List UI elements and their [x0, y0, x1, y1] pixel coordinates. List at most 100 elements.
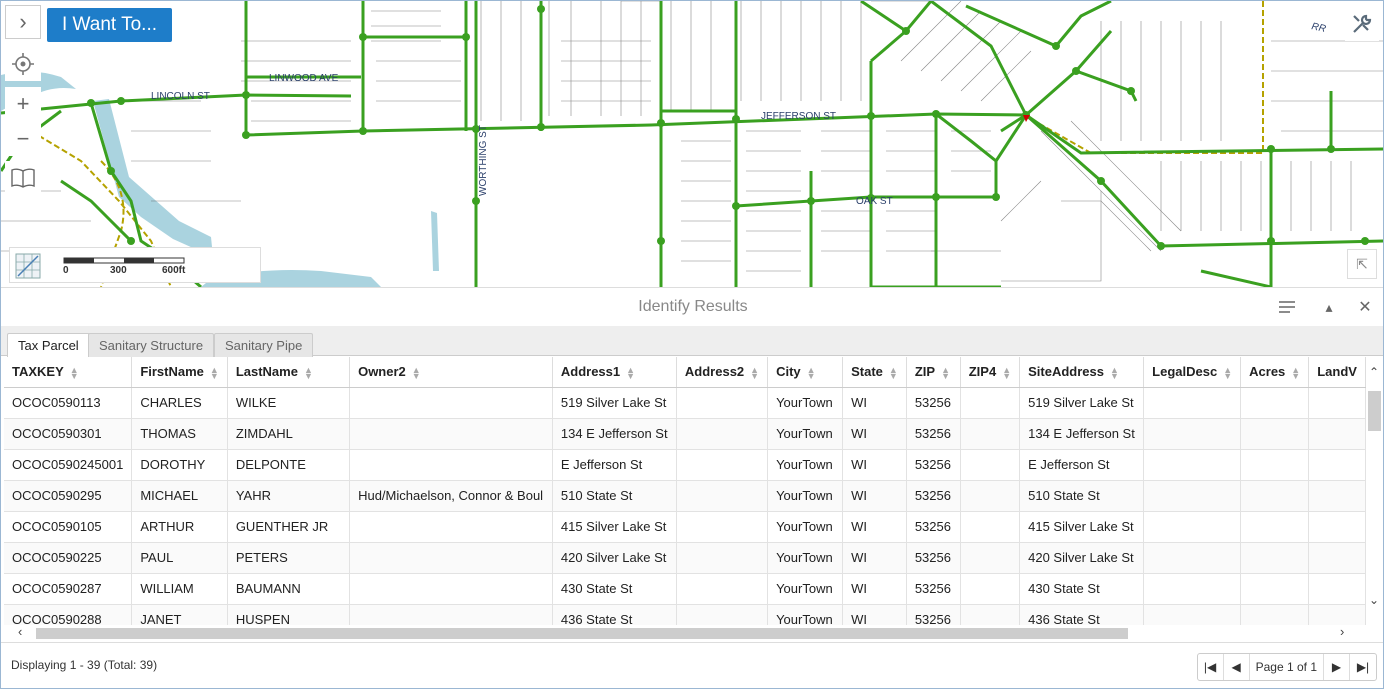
table-cell: E Jefferson St: [1019, 449, 1145, 481]
table-cell: [676, 511, 769, 543]
column-header[interactable]: Owner2 ▲ ▼: [349, 357, 553, 388]
tab-sanitary-pipe[interactable]: Sanitary Pipe: [214, 333, 314, 357]
table-cell: 134 E Jefferson St: [552, 418, 677, 450]
minimize-icon[interactable]: ▴: [1319, 298, 1339, 316]
expand-panel-button[interactable]: ›: [5, 5, 41, 39]
table-row[interactable]: OCOC0590301 THOMAS ZIMDAHL 134 E Jefferson …: [4, 418, 1366, 450]
menu-icon[interactable]: [1277, 298, 1297, 316]
scroll-down-icon[interactable]: ⌄: [1369, 593, 1379, 607]
table-row[interactable]: OCOC0590295 MICHAEL YAHR Hud/Michaelson, Co…: [4, 480, 1366, 512]
results-grid[interactable]: TAXKEY ▲ ▼ FirstName ▲ ▼ LastName ▲ ▼ Owner2 ▲ ▼ Add…: [4, 357, 1366, 625]
table-cell: WI: [842, 573, 907, 605]
column-header[interactable]: FirstName ▲ ▼: [131, 357, 228, 388]
column-header[interactable]: LegalDesc ▲ ▼: [1143, 357, 1242, 388]
horizontal-scrollbar[interactable]: ‹ ›: [4, 624, 1366, 641]
sort-arrows-icon[interactable]: ▲ ▼: [626, 365, 635, 380]
column-header[interactable]: Acres ▲ ▼: [1240, 357, 1310, 388]
column-header[interactable]: LastName ▲ ▼: [227, 357, 351, 388]
tools-icon: [1353, 14, 1372, 33]
close-icon[interactable]: ✕: [1355, 298, 1375, 316]
column-header[interactable]: ZIP ▲ ▼: [906, 357, 961, 388]
sort-arrows-icon[interactable]: ▲ ▼: [210, 365, 219, 380]
table-cell: [960, 449, 1021, 481]
sort-arrows-icon[interactable]: ▲ ▼: [1002, 365, 1011, 380]
sort-arrows-icon[interactable]: ▲ ▼: [304, 365, 313, 380]
table-cell: 53256: [906, 480, 961, 512]
column-header[interactable]: TAXKEY ▲ ▼: [4, 357, 133, 388]
scale-label-0: 0: [63, 265, 69, 276]
panel-header: Identify Results ▴ ✕: [1, 288, 1383, 326]
table-cell: MICHAEL: [131, 480, 228, 512]
table-cell: OCOC0590288: [4, 604, 133, 625]
table-cell: [1240, 573, 1310, 605]
horizontal-scroll-thumb[interactable]: [36, 628, 1128, 639]
locate-button[interactable]: [5, 47, 41, 81]
table-row[interactable]: OCOC0590288 JANET HUSPEN 436 State St YourTo…: [4, 604, 1366, 625]
sort-arrows-icon[interactable]: ▲ ▼: [750, 365, 759, 380]
table-cell: YourTown: [767, 573, 844, 605]
table-cell: DOROTHY: [131, 449, 228, 481]
tools-button[interactable]: [1345, 7, 1379, 41]
column-header[interactable]: Address2 ▲ ▼: [676, 357, 769, 388]
table-cell: PAUL: [131, 542, 228, 574]
result-tabs: Tax Parcel Sanitary Structure Sanitary P…: [1, 326, 1383, 357]
zoom-in-button[interactable]: +: [5, 87, 41, 121]
column-header[interactable]: LandV: [1308, 357, 1366, 388]
table-cell: [1240, 542, 1310, 574]
table-cell: OCOC0590295: [4, 480, 133, 512]
bookmarks-button[interactable]: [5, 161, 41, 195]
table-cell: [1240, 480, 1310, 512]
column-header[interactable]: SiteAddress ▲ ▼: [1019, 357, 1145, 388]
sort-arrows-icon[interactable]: ▲ ▼: [1110, 365, 1119, 380]
tab-tax-parcel[interactable]: Tax Parcel: [7, 333, 90, 357]
i-want-to-button[interactable]: I Want To...: [47, 8, 172, 42]
first-page-button[interactable]: |◀: [1198, 654, 1224, 680]
minus-icon: −: [16, 126, 30, 151]
table-cell: [349, 542, 553, 574]
table-row[interactable]: OCOC0590245001 DOROTHY DELPONTE E Jefferson…: [4, 449, 1366, 481]
next-page-button[interactable]: ▶: [1324, 654, 1350, 680]
sort-arrows-icon[interactable]: ▲ ▼: [889, 365, 898, 380]
last-page-button[interactable]: ▶|: [1350, 654, 1376, 680]
tab-sanitary-structure[interactable]: Sanitary Structure: [88, 333, 215, 357]
table-cell: GUENTHER JR: [227, 511, 351, 543]
table-cell: E Jefferson St: [552, 449, 677, 481]
column-header[interactable]: Address1 ▲ ▼: [552, 357, 677, 388]
prev-page-button[interactable]: ◀: [1224, 654, 1250, 680]
sort-arrows-icon[interactable]: ▲ ▼: [412, 365, 421, 380]
column-header-label: TAXKEY: [12, 364, 64, 380]
table-row[interactable]: OCOC0590225 PAUL PETERS 420 Silver Lake St Y…: [4, 542, 1366, 574]
column-header[interactable]: City ▲ ▼: [767, 357, 844, 388]
collapse-corner-button[interactable]: ⇱: [1347, 249, 1377, 279]
scroll-up-icon[interactable]: ⌃: [1369, 365, 1379, 379]
table-cell: YourTown: [767, 604, 844, 625]
sort-arrows-icon[interactable]: ▲ ▼: [1291, 365, 1300, 380]
column-header[interactable]: ZIP4 ▲ ▼: [960, 357, 1021, 388]
vertical-scroll-thumb[interactable]: [1368, 391, 1381, 431]
grid-toggle-icon[interactable]: [14, 252, 44, 280]
vertical-scrollbar[interactable]: ⌃ ⌄: [1367, 357, 1383, 625]
table-cell: [349, 511, 553, 543]
map-view[interactable]: LINWOOD AVE LINCOLN ST JEFFERSON ST OAK …: [1, 1, 1384, 287]
table-row[interactable]: OCOC0590113 CHARLES WILKE 519 Silver Lake S…: [4, 387, 1366, 419]
table-cell: OCOC0590225: [4, 542, 133, 574]
table-row[interactable]: OCOC0590287 WILLIAM BAUMANN 430 State St You…: [4, 573, 1366, 605]
sort-arrows-icon[interactable]: ▲ ▼: [1223, 365, 1232, 380]
table-cell: OCOC0590105: [4, 511, 133, 543]
scroll-right-icon[interactable]: ›: [1340, 624, 1344, 639]
map-canvas[interactable]: LINWOOD AVE LINCOLN ST JEFFERSON ST OAK …: [1, 1, 1384, 287]
sort-arrows-icon[interactable]: ▲ ▼: [941, 365, 950, 380]
table-cell: 436 State St: [1019, 604, 1145, 625]
scroll-left-icon[interactable]: ‹: [18, 624, 22, 639]
table-cell: [676, 387, 769, 419]
table-row[interactable]: OCOC0590105 ARTHUR GUENTHER JR 415 Silver L…: [4, 511, 1366, 543]
table-cell: 53256: [906, 418, 961, 450]
sort-arrows-icon[interactable]: ▲ ▼: [70, 365, 79, 380]
table-cell: [1240, 449, 1310, 481]
table-cell: HUSPEN: [227, 604, 351, 625]
table-cell: 53256: [906, 573, 961, 605]
zoom-out-button[interactable]: −: [5, 122, 41, 156]
sort-arrows-icon[interactable]: ▲ ▼: [807, 365, 816, 380]
table-cell: 134 E Jefferson St: [1019, 418, 1145, 450]
column-header[interactable]: State ▲ ▼: [842, 357, 907, 388]
